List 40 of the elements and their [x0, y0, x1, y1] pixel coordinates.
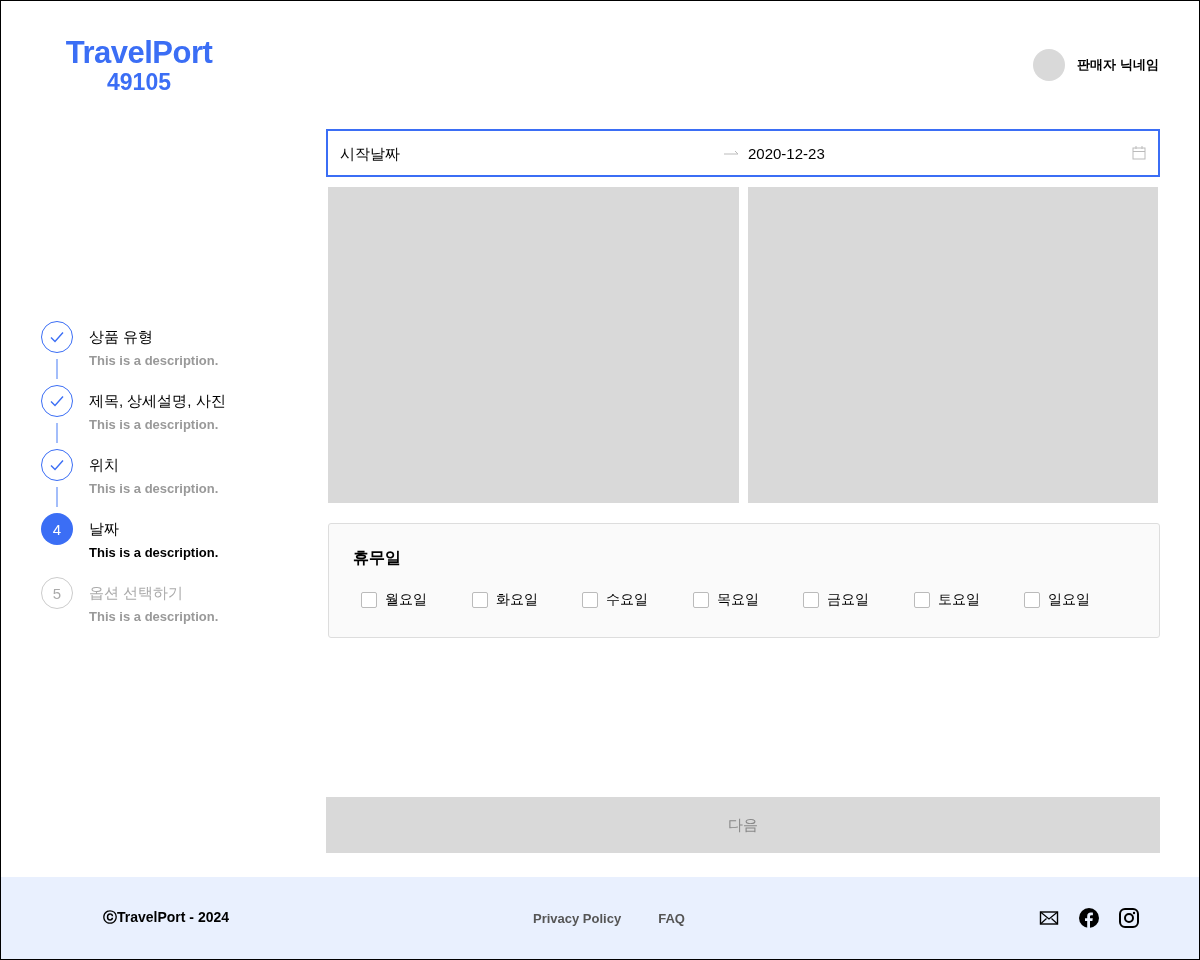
logo-code: 49105: [107, 69, 171, 95]
checkbox[interactable]: [1024, 592, 1041, 608]
checkbox-label[interactable]: 화요일: [495, 591, 538, 609]
checkbox-label[interactable]: 수요일: [606, 591, 649, 609]
avatar[interactable]: [1033, 49, 1066, 81]
start-date-field[interactable]: 시작날짜: [340, 144, 716, 162]
checkbox[interactable]: [913, 592, 930, 608]
checkbox[interactable]: [582, 592, 599, 608]
end-date-field[interactable]: 2020-12-23: [748, 144, 1124, 162]
checkbox[interactable]: [361, 592, 377, 608]
checkbox-label[interactable]: 일요일: [1048, 591, 1091, 609]
arrow-right-icon: [724, 149, 740, 157]
checkbox[interactable]: [692, 592, 709, 608]
step-indicator: 4: [41, 513, 73, 545]
footer-link[interactable]: FAQ: [658, 910, 685, 926]
checkbox-label[interactable]: 월요일: [385, 591, 427, 609]
step-description: This is a description.: [89, 481, 219, 496]
calendar-icon: [1132, 146, 1146, 160]
step-title: 옵션 선택하기: [89, 583, 185, 603]
facebook-icon[interactable]: [1079, 908, 1099, 928]
logo-text[interactable]: TravelPort: [65, 37, 213, 69]
checkbox[interactable]: [803, 592, 820, 608]
checkbox-label[interactable]: 토요일: [937, 591, 980, 609]
step-title: 날짜: [89, 519, 120, 539]
mail-icon[interactable]: [1039, 908, 1059, 928]
step-description: This is a description.: [89, 609, 219, 624]
step-title: 위치: [89, 455, 120, 475]
copyright-text: ⓒTravelPort - 2024: [103, 909, 231, 927]
checkbox-label[interactable]: 목요일: [716, 591, 759, 609]
step-description: This is a description.: [89, 353, 219, 368]
instagram-icon[interactable]: [1119, 908, 1139, 928]
step-description: This is a description.: [89, 417, 220, 432]
step-title: 제목, 상세설명, 사진: [89, 391, 226, 411]
step-title: 상품 유형: [89, 327, 155, 347]
checkbox-label[interactable]: 금요일: [827, 591, 870, 609]
checkbox[interactable]: [471, 592, 488, 608]
user-name[interactable]: 판매자 닉네임: [1077, 56, 1159, 74]
section-title: 휴무일: [353, 548, 402, 568]
step-description: This is a description.: [89, 545, 219, 560]
footer-link[interactable]: Privacy Policy: [533, 910, 622, 926]
